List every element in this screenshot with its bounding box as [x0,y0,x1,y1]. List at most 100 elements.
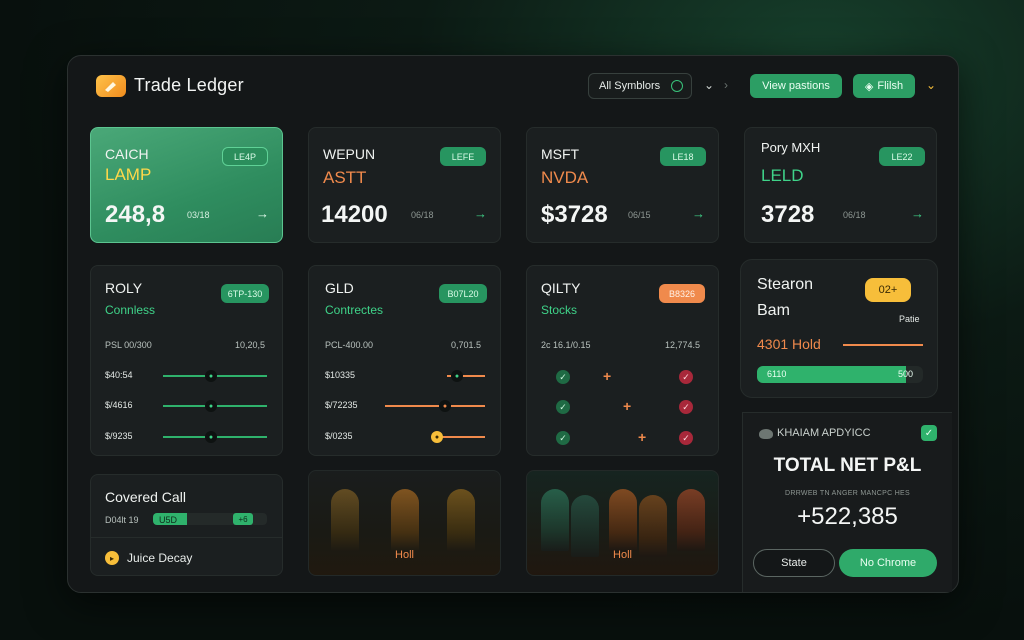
covered-call-title: Covered Call [105,489,186,505]
hold-title-1: Stearon [757,276,814,293]
card-badge: 6TP-130 [221,284,269,303]
ticker-value: $3728 [541,201,608,228]
tile-label: Holl [395,549,414,561]
ticker-date: 06/18 [843,210,866,220]
chevron-down-icon[interactable]: ⌄ [704,78,714,92]
hold-amount-text: 4301 Hold [757,336,821,352]
pnl-value: +522,385 [797,503,898,530]
ticker-badge: LE18 [660,147,706,166]
arch-bar [331,489,359,551]
position-card[interactable]: QILTY Stocks B8326 2c 16.1/0.15 12,774.5… [526,265,719,456]
arch-bar [447,489,475,551]
view-positions-label: View pastions [762,80,830,92]
ticker-badge: LE4P [222,147,268,166]
pnl-panel: KHAIAM APDYICC ✓ TOTAL NET P&L DRRWEB TN… [742,412,952,592]
chevron-right-icon[interactable]: › [724,78,728,92]
no-chrome-button[interactable]: No Chrome [839,549,937,577]
ticker-card[interactable]: WEPUN ASTT 14200 06/18 LEFE → [308,127,501,243]
card-subtitle: Contrectes [325,303,384,317]
card-subtitle: Stocks [541,303,578,317]
divider [91,537,282,538]
row-label: $/72235 [325,400,358,410]
row-line [385,405,485,407]
arch-bar [609,489,637,551]
pnl-title: TOTAL NET P&L [773,455,922,476]
row-label: $10335 [325,370,356,380]
view-positions-button[interactable]: View pastions [750,74,842,98]
ticker-card[interactable]: CAICH LAMP 248,8 03/18 LE4P → [90,127,283,243]
filter-button[interactable]: ◈ Flilsh [853,74,915,98]
check-icon[interactable]: ✓ [921,425,937,441]
arch-bar [541,489,569,551]
ticker-date: 06/18 [411,210,434,220]
chart-tile[interactable]: Holl [308,470,501,576]
chart-tile[interactable]: Holl [526,470,719,576]
ticker-name: ASTT [323,168,367,187]
check-icon[interactable]: ✓ [556,431,570,445]
juice-label: Juice Decay [127,551,193,565]
user-group-icon [759,429,773,439]
ticker-value: 248,8 [105,201,166,228]
row-marker[interactable]: ● [205,400,217,412]
no-chrome-button-label: No Chrome [859,557,917,569]
symbols-select[interactable]: All Symblors [588,73,692,99]
header-left: PCL-400.00 [325,340,374,350]
symbols-select-label: All Symblors [599,80,661,92]
ticker-card[interactable]: Pory MXH LELD 3728 06/18 LE22 → [744,127,937,243]
check-icon[interactable]: ✓ [679,431,693,445]
row-marker[interactable]: ● [205,431,217,443]
row-marker[interactable]: ● [431,431,443,443]
plus-icon[interactable]: + [603,368,611,384]
ticker-name: NVDA [541,168,589,187]
ticker-card[interactable]: MSFT NVDA $3728 06/15 LE18 → [526,127,719,243]
plus-icon[interactable]: + [638,429,646,445]
hold-line [843,344,923,346]
juice-icon: ▸ [105,551,119,565]
row-marker[interactable]: ● [205,370,217,382]
position-card[interactable]: GLD Contrectes B07L20 PCL-400.00 0,701.5… [308,265,501,456]
check-icon[interactable]: ✓ [679,400,693,414]
row-label: $/4616 [105,400,133,410]
row-marker[interactable]: ● [451,370,463,382]
arrow-right-icon[interactable]: → [692,206,705,221]
state-button[interactable]: State [753,549,835,577]
covered-call-tag: +6 [233,513,253,525]
filter-icon: ◈ [864,80,874,93]
card-title: GLD [325,280,354,296]
state-button-label: State [781,557,807,569]
check-icon[interactable]: ✓ [556,370,570,384]
hold-amount: 4301 Hold [757,336,821,352]
arrow-right-icon[interactable]: → [256,206,269,221]
hold-label: Patie [899,314,920,324]
hold-card[interactable]: Stearon Bam 02+ Patie 4301 Hold 6110 500 [740,259,938,398]
check-icon[interactable]: ✓ [679,370,693,384]
plus-icon[interactable]: + [623,398,631,414]
card-badge: B8326 [659,284,705,303]
check-icon[interactable]: ✓ [556,400,570,414]
arch-bar [677,489,705,551]
position-card[interactable]: ROLY Connless 6TP-130 PSL 00/300 10,20,5… [90,265,283,456]
filter-label: Flilsh [877,80,904,92]
covered-call-card[interactable]: Covered Call D04lt 19 U5D +6 ▸ Juice Dec… [90,474,283,576]
arch-bar [391,489,419,551]
arrow-right-icon[interactable]: → [474,206,487,221]
covered-call-pill: U5D [159,515,178,525]
ticker-label: Pory MXH [761,140,821,155]
card-badge: B07L20 [439,284,487,303]
header-right: 10,20,5 [235,340,266,350]
ticker-value: 3728 [761,201,815,228]
bar-right-label: 500 [897,369,913,379]
row-label: $40:54 [105,370,133,380]
row-marker[interactable]: ● [439,400,451,412]
covered-call-date: D04lt 19 [105,515,139,525]
tile-label: Holl [613,549,632,561]
ticker-date: 06/15 [628,210,651,220]
row-label: $/9235 [105,431,133,441]
ticker-badge: LEFE [440,147,486,166]
arrow-right-icon[interactable]: → [911,206,924,221]
header-left: PSL 00/300 [105,340,152,350]
chevron-down-icon[interactable]: ⌄ [926,78,936,92]
app-window: Trade Ledger All Symblors ⌄ › View pasti… [67,55,959,593]
row-label: $/0235 [325,431,353,441]
header-left: 2c 16.1/0.15 [541,340,591,350]
